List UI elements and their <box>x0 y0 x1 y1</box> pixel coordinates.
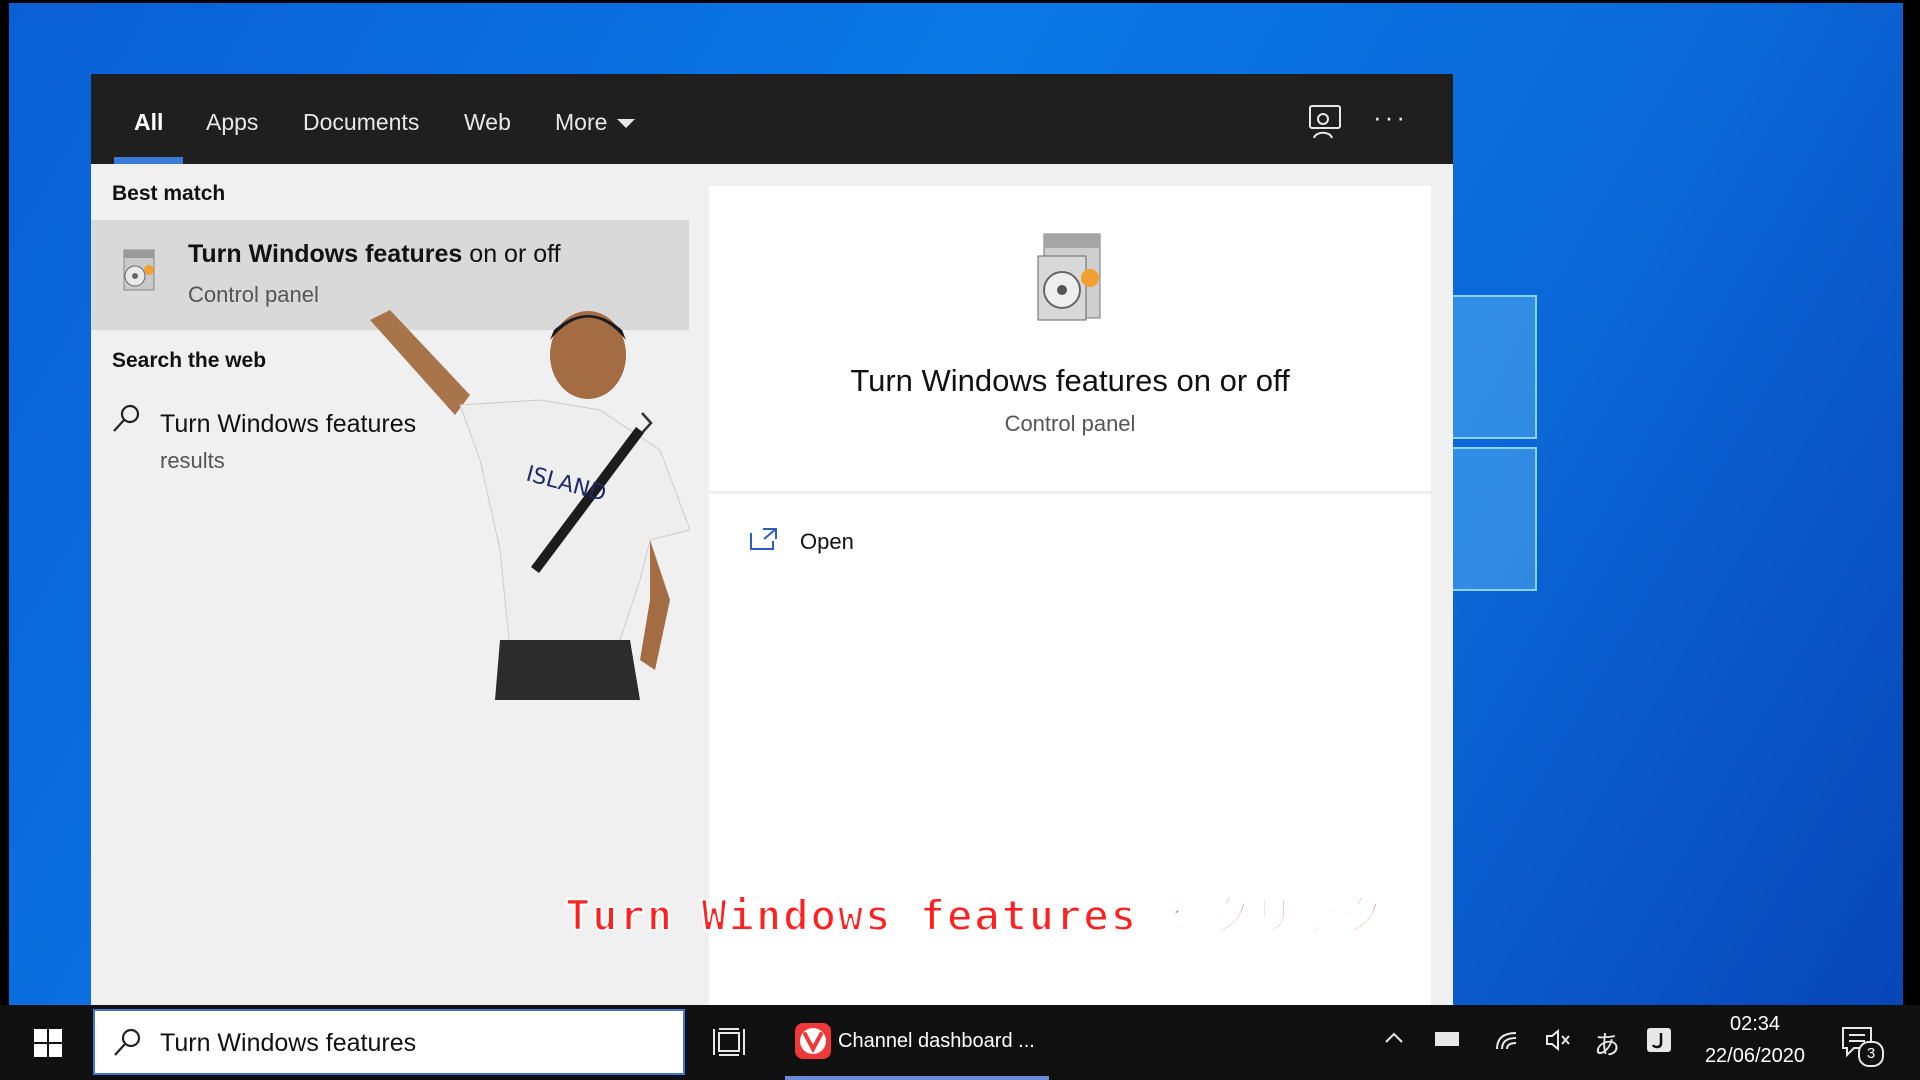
best-match-heading: Best match <box>112 182 226 205</box>
instruction-caption: Turn Windows features をクリック <box>564 890 1386 941</box>
best-match-title: Turn Windows features on or off <box>188 240 561 268</box>
feedback-icon[interactable] <box>1306 102 1346 142</box>
active-app-indicator <box>785 1076 1049 1080</box>
best-match-subtitle: Control panel <box>188 282 319 307</box>
windows-logo-pane-bottom <box>1449 447 1537 591</box>
tab-more[interactable]: More <box>555 102 636 142</box>
search-icon <box>111 1026 143 1063</box>
caret-down-icon <box>617 119 636 129</box>
ime-mode-indicator[interactable]: あ <box>1594 1025 1620 1062</box>
taskbar-search-input[interactable]: Turn Windows features <box>93 1009 685 1075</box>
clock-time[interactable]: 02:34 <box>1700 1013 1810 1036</box>
search-input-value: Turn Windows features <box>160 1029 417 1057</box>
taskbar-app-vivaldi[interactable]: Channel dashboard ... <box>785 1005 1049 1080</box>
search-web-heading: Search the web <box>112 349 267 372</box>
taskbar: Turn Windows features Channel dashboard … <box>0 1005 1920 1080</box>
tab-more-label: More <box>555 109 608 135</box>
task-view-icon[interactable] <box>712 1027 746 1062</box>
active-tab-indicator <box>114 157 183 164</box>
notification-count-badge: 3 <box>1858 1041 1884 1067</box>
more-options-icon[interactable]: ··· <box>1373 102 1413 142</box>
tab-all[interactable]: All <box>134 102 163 142</box>
tab-apps[interactable]: Apps <box>206 102 258 142</box>
web-result-subtitle: results <box>160 448 225 473</box>
windows-start-icon[interactable] <box>34 1029 62 1062</box>
open-icon <box>749 527 779 556</box>
search-tab-bar: All Apps Documents Web More ··· <box>91 74 1453 164</box>
battery-icon[interactable] <box>1432 1027 1462 1058</box>
preview-title: Turn Windows features on or off <box>850 363 1290 398</box>
tab-documents[interactable]: Documents <box>303 102 419 142</box>
show-hidden-icons-icon[interactable] <box>1383 1027 1405 1056</box>
open-action[interactable]: Open <box>749 521 1049 565</box>
preview-subtitle: Control panel <box>1004 411 1136 436</box>
volume-muted-icon[interactable] <box>1544 1027 1572 1060</box>
clock-date[interactable]: 22/06/2020 <box>1690 1045 1820 1068</box>
ime-toggle-icon[interactable] <box>1646 1027 1672 1060</box>
search-icon <box>110 402 142 439</box>
notifications-icon[interactable]: 3 <box>1840 1025 1884 1069</box>
vivaldi-icon <box>795 1023 831 1064</box>
start-search-panel: All Apps Documents Web More ··· Best mat… <box>91 74 1453 1006</box>
wifi-icon[interactable] <box>1494 1027 1522 1060</box>
windows-features-icon <box>118 246 160 294</box>
windows-logo-pane-top <box>1449 295 1537 439</box>
windows-features-large-icon <box>1030 226 1112 326</box>
tab-web[interactable]: Web <box>464 102 511 142</box>
person-overlay: ISLAND <box>370 310 690 700</box>
taskbar-app-label: Channel dashboard ... <box>838 1030 1035 1052</box>
open-label: Open <box>800 529 854 554</box>
preview-divider <box>709 491 1431 494</box>
